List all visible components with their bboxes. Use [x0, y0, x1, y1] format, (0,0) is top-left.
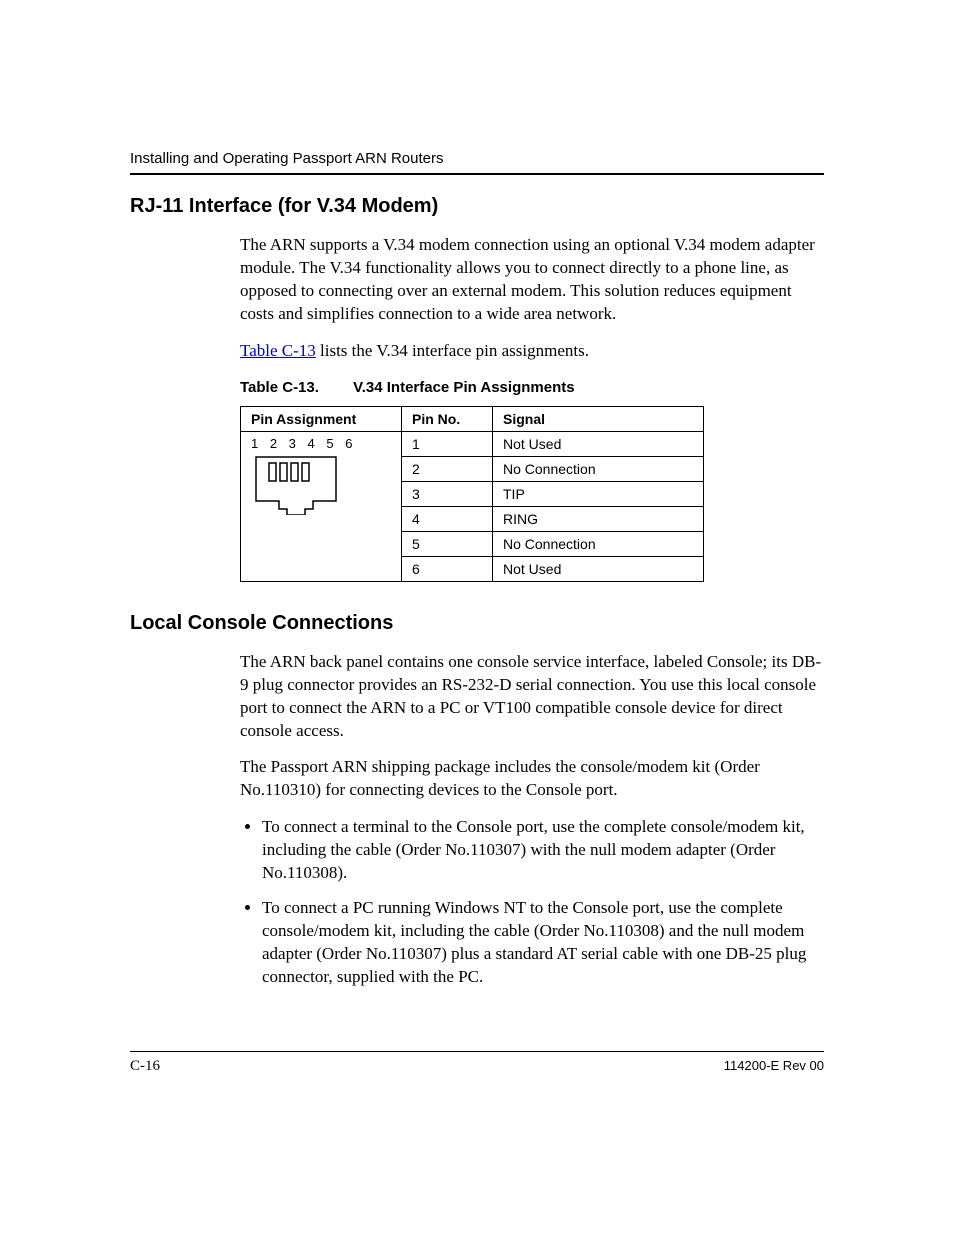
list-item: To connect a PC running Windows NT to th…: [262, 897, 824, 989]
console-paragraph-2: The Passport ARN shipping package includ…: [240, 756, 824, 802]
table-header-row: Pin Assignment Pin No. Signal: [241, 406, 704, 431]
pin-no-cell: 6: [402, 556, 493, 581]
pin-no-cell: 3: [402, 481, 493, 506]
pin-no-cell: 1: [402, 431, 493, 456]
signal-cell: TIP: [493, 481, 704, 506]
running-header: Installing and Operating Passport ARN Ro…: [130, 150, 824, 167]
section-heading-rj11: RJ-11 Interface (for V.34 Modem): [130, 195, 824, 218]
signal-cell: Not Used: [493, 556, 704, 581]
table-c13-link[interactable]: Table C-13: [240, 341, 316, 360]
rj11-pin-labels: 1 2 3 4 5 6: [251, 436, 391, 451]
signal-cell: RING: [493, 506, 704, 531]
pin-no-cell: 4: [402, 506, 493, 531]
section-heading-console: Local Console Connections: [130, 612, 824, 635]
page-number: C-16: [130, 1058, 160, 1075]
footer-rule: [130, 1051, 824, 1052]
signal-cell: Not Used: [493, 431, 704, 456]
col-header-signal: Signal: [493, 406, 704, 431]
table-caption-number: Table C-13.: [240, 379, 319, 396]
signal-cell: No Connection: [493, 531, 704, 556]
console-paragraph-1: The ARN back panel contains one console …: [240, 651, 824, 743]
col-header-pin-assignment: Pin Assignment: [241, 406, 402, 431]
table-caption: Table C-13. V.34 Interface Pin Assignmen…: [240, 379, 824, 396]
list-item: To connect a terminal to the Console por…: [262, 816, 824, 885]
signal-cell: No Connection: [493, 456, 704, 481]
col-header-pin-no: Pin No.: [402, 406, 493, 431]
rj11-jack-icon: [251, 455, 341, 515]
header-rule: [130, 173, 824, 175]
rj11-paragraph-2: Table C-13 lists the V.34 interface pin …: [240, 340, 824, 363]
page-footer: C-16 114200-E Rev 00: [130, 1051, 824, 1075]
table-caption-title: V.34 Interface Pin Assignments: [353, 379, 574, 396]
document-number: 114200-E Rev 00: [724, 1058, 824, 1075]
table-row: 1 2 3 4 5 6 1 Not Used: [241, 431, 704, 456]
rj11-diagram-cell: 1 2 3 4 5 6: [241, 431, 402, 581]
rj11-paragraph-2-rest: lists the V.34 interface pin assignments…: [316, 341, 589, 360]
pin-no-cell: 2: [402, 456, 493, 481]
console-bullet-list: To connect a terminal to the Console por…: [240, 816, 824, 989]
rj11-paragraph-1: The ARN supports a V.34 modem connection…: [240, 234, 824, 326]
pin-assignment-table: Pin Assignment Pin No. Signal 1 2 3 4 5 …: [240, 406, 704, 582]
pin-no-cell: 5: [402, 531, 493, 556]
